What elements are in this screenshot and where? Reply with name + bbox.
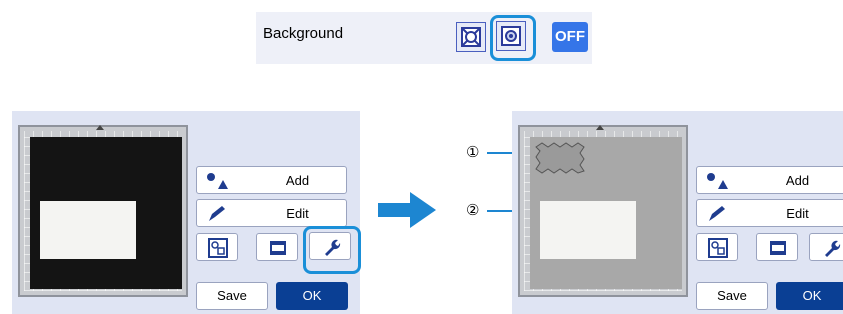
ok-button[interactable]: OK	[276, 282, 348, 310]
pencil-icon	[209, 206, 225, 221]
edit-button-label: Edit	[786, 206, 809, 221]
fabric-piece	[40, 201, 136, 259]
cutting-mat	[518, 125, 688, 297]
pencil-icon	[709, 206, 725, 221]
scanned-background	[30, 137, 182, 289]
transition-arrow-icon	[378, 192, 436, 228]
right-screen: Add Edit Save OK	[512, 111, 843, 314]
settings-button[interactable]	[809, 233, 843, 261]
wrench-icon	[825, 240, 841, 257]
scanner-icon	[270, 241, 286, 255]
left-screen: Add Edit Save OK	[12, 111, 361, 314]
add-button-label: Add	[285, 173, 310, 188]
edit-button[interactable]: Edit	[696, 199, 843, 227]
shapes-icon	[207, 173, 228, 189]
fabric-piece	[540, 201, 636, 259]
scan-preview-icon	[208, 238, 228, 258]
cut-pattern-outline	[535, 142, 585, 174]
callout-1: ①	[466, 144, 480, 161]
settings-button[interactable]	[309, 232, 351, 260]
background-label: Background	[263, 25, 344, 42]
mat-top-marker	[596, 125, 604, 130]
cutting-mat	[18, 125, 188, 297]
scanner-button[interactable]	[756, 233, 798, 261]
background-off-button[interactable]: OFF	[552, 22, 588, 52]
wrench-icon	[325, 239, 341, 256]
ok-button[interactable]: OK	[776, 282, 843, 310]
add-button[interactable]: Add	[196, 166, 347, 194]
scan-outline-icon	[501, 26, 521, 46]
shapes-icon	[707, 173, 728, 189]
add-button-label: Add	[785, 173, 810, 188]
background-mode-full-button[interactable]	[456, 22, 486, 52]
scanner-icon	[770, 241, 786, 255]
edit-button[interactable]: Edit	[196, 199, 347, 227]
background-scan-button[interactable]	[696, 233, 738, 261]
background-scan-button[interactable]	[196, 233, 238, 261]
save-button[interactable]: Save	[196, 282, 268, 310]
edit-button-label: Edit	[286, 206, 309, 221]
mat-top-marker	[96, 125, 104, 130]
add-button[interactable]: Add	[696, 166, 843, 194]
scan-full-icon	[461, 27, 481, 47]
scanner-button[interactable]	[256, 233, 298, 261]
background-mode-outline-button[interactable]	[496, 21, 526, 51]
scanned-background	[530, 137, 682, 289]
scan-preview-icon	[708, 238, 728, 258]
callout-2: ②	[466, 202, 480, 219]
save-button[interactable]: Save	[696, 282, 768, 310]
